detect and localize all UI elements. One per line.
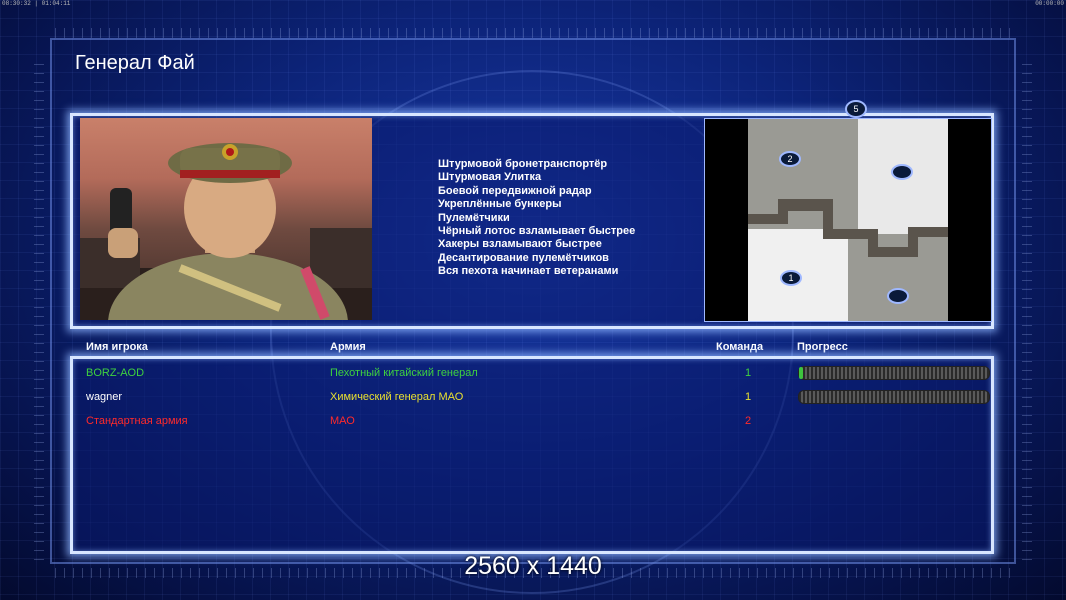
feature-item: Чёрный лотос взламывает быстрее [438,225,636,238]
start-position-2[interactable]: 2 [779,151,801,167]
empty-start-position[interactable] [891,164,913,180]
players-panel [70,356,994,554]
map-slot-marker[interactable]: 5 [845,100,867,118]
start-position-label: 2 [787,154,792,164]
feature-item: Хакеры взламывают быстрее [438,238,602,251]
ruler-right [1022,60,1032,560]
osd-timer-left: 08:30:32 | 01:04:11 [2,0,71,7]
feature-item: Укреплённые бункеры [438,198,562,211]
feature-item: Штурмовой бронетранспортёр [438,158,608,170]
empty-start-position[interactable] [887,288,909,304]
feature-item: Боевой передвижной радар [438,184,592,197]
player-team: 1 [745,391,752,403]
header-army: Армия [330,341,366,353]
general-features-list: Штурмовой бронетранспортёр Штурмовая Ули… [438,158,635,279]
header-team: Команда [716,341,764,353]
player-army: МАО [330,415,355,427]
general-portrait [80,118,372,320]
ruler-top [55,28,1010,38]
feature-item: Десантирование пулемётчиков [438,251,609,264]
player-name: Стандартная армия [86,415,188,427]
header-progress: Прогресс [797,341,848,353]
page-title: Генерал Фай [75,52,195,74]
player-name: wagner [86,391,123,403]
header-player-name: Имя игрока [86,341,148,353]
progress-fill [799,367,803,379]
feature-item: Пулемётчики [438,211,510,224]
ruler-left [34,60,44,560]
osd-timer-right: 00:00:00 [1035,0,1064,7]
progress-bar [798,390,990,404]
player-army: Химический генерал МАО [330,391,464,403]
player-army: Пехотный китайский генерал [330,367,478,379]
feature-item: Вся пехота начинает ветеранами [438,265,619,278]
progress-bar [798,366,990,380]
player-name: BORZ-AOD [86,367,145,379]
feature-item: Штурмовая Улитка [438,171,542,184]
start-position-1[interactable]: 1 [780,270,802,286]
map-preview[interactable]: 2 1 [704,118,992,322]
start-position-label: 1 [788,273,793,283]
player-team: 2 [745,415,752,427]
player-team: 1 [745,367,752,379]
resolution-label: 2560 x 1440 [464,552,602,580]
